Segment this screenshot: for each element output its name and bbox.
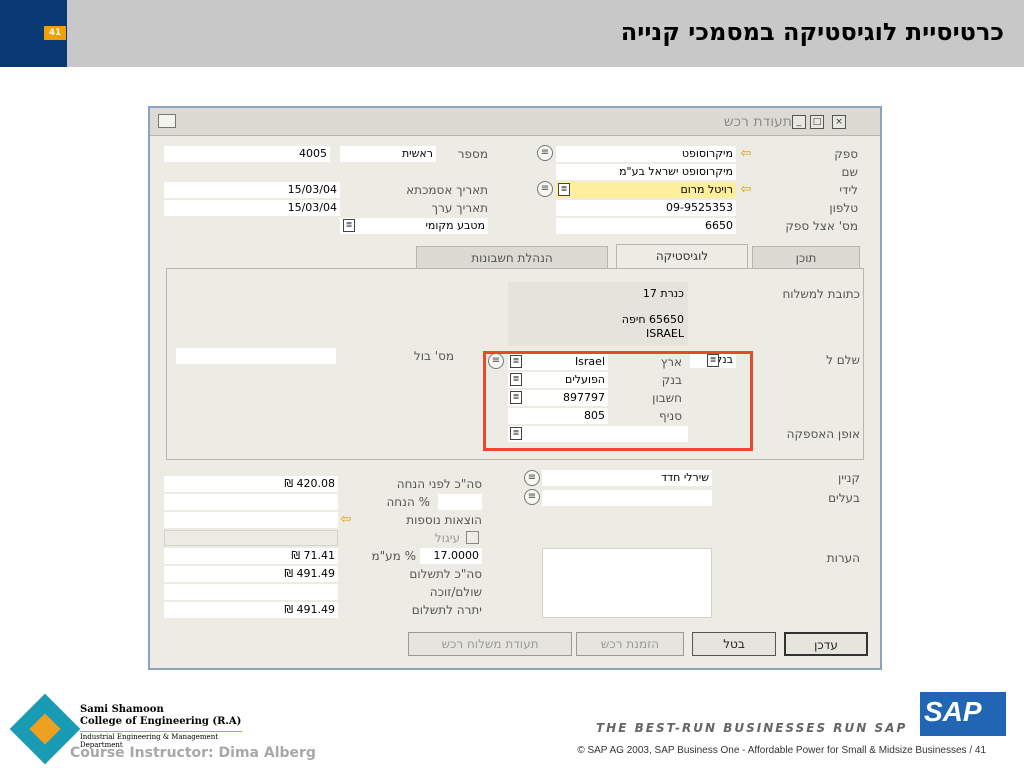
purchase-order-button[interactable]: הזמנת רכש	[576, 632, 684, 656]
sap-logo-text: SAP	[924, 696, 982, 727]
link-arrow-icon[interactable]: ⇦	[738, 183, 754, 196]
vat-amount-field[interactable]: ₪ 71.41	[164, 548, 338, 564]
doc-date-label: תאריך אסמכתא	[406, 183, 488, 197]
list-choose-icon[interactable]: ≡	[537, 145, 553, 161]
total-before-discount-label: סה"כ לפני הנחה	[396, 477, 482, 491]
freight-label: הוצאות נוספות	[406, 513, 482, 527]
sap-tagline: THE BEST-RUN BUSINESSES RUN SAP	[596, 721, 908, 735]
slide-number: 41	[44, 26, 66, 40]
phone-label: טלפון	[829, 201, 858, 215]
college-name-1: Sami Shamoon	[80, 704, 164, 715]
purchase-document-window: תעודת רכש _ □ × ספק מיקרוסופט ⇦ ≡ שם מיק…	[148, 106, 882, 670]
close-icon[interactable]: ×	[832, 115, 846, 129]
currency-field[interactable]: מטבע מקומי	[340, 218, 488, 234]
ship-to-address[interactable]: כנרת 17 65650 חיפה ISRAEL	[508, 282, 688, 346]
doc-date-field[interactable]: 15/03/04	[164, 182, 340, 198]
tab-contents[interactable]: תוכן	[752, 246, 860, 268]
total-field[interactable]: ₪ 491.49	[164, 566, 338, 582]
value-date-field[interactable]: 15/03/04	[164, 200, 340, 216]
remarks-label: הערות	[826, 551, 860, 565]
contact-field[interactable]: רויטל מרום	[556, 182, 736, 198]
list-choose-icon[interactable]: ≡	[524, 489, 540, 505]
window-title: תעודת רכש	[723, 114, 792, 130]
list-icon[interactable]: ≣	[343, 219, 355, 232]
total-before-discount-field[interactable]: ₪ 420.08	[164, 476, 338, 492]
rounding-checkbox[interactable]	[466, 531, 479, 544]
stamp-label: מס' בול	[413, 349, 454, 363]
address-line-3: ISRAEL	[645, 327, 684, 340]
shipping-method-label: אופן האספקה	[786, 427, 860, 441]
rounding-field	[164, 530, 338, 546]
highlight-callout	[483, 351, 753, 451]
buyer-field[interactable]: שירלי חדד	[542, 470, 712, 486]
copyright: © SAP AG 2003, SAP Business One - Afford…	[577, 745, 986, 756]
discount-label: % הנחה	[386, 495, 430, 509]
college-name-2: College of Engineering (R.A)	[80, 716, 242, 727]
cancel-button[interactable]: בטל	[692, 632, 776, 656]
paid-field[interactable]	[164, 584, 338, 600]
address-line-1: כנרת 17	[642, 287, 684, 300]
tab-accounting[interactable]: הנהלת חשבונות	[416, 246, 608, 268]
ship-to-label: כתובת למשלוח	[782, 287, 860, 301]
window-titlebar: תעודת רכש _ □ ×	[150, 108, 880, 136]
vat-label: % מע"מ	[371, 549, 416, 563]
rounding-label: עיגול	[434, 531, 460, 545]
vat-pct-field[interactable]: 17.0000	[420, 548, 482, 564]
contact-label: לידי	[839, 183, 858, 197]
list-choose-icon[interactable]: ≡	[524, 470, 540, 486]
total-label: סה"כ לתשלום	[409, 567, 482, 581]
name-field[interactable]: מיקרוסופט ישראל בע"מ	[556, 164, 736, 180]
freight-field[interactable]	[164, 512, 338, 528]
name-label: שם	[841, 165, 858, 179]
list-icon[interactable]: ≣	[558, 183, 570, 196]
phone-field[interactable]: 09-9525353	[556, 200, 736, 216]
value-date-label: תאריך ערך	[431, 201, 488, 215]
owner-field[interactable]	[542, 490, 712, 506]
balance-field[interactable]: ₪ 491.49	[164, 602, 338, 618]
remarks-field[interactable]	[542, 548, 712, 618]
stamp-field[interactable]	[176, 348, 336, 364]
series-field[interactable]: ראשית	[340, 146, 436, 162]
tab-logistics[interactable]: לוגיסטיקה	[616, 244, 748, 270]
discount-pct-field[interactable]	[438, 494, 482, 510]
number-label: מספר	[457, 147, 488, 161]
pay-to-label: שלם ל	[826, 353, 860, 367]
course-instructor: Course Instructor: Dima Alberg	[70, 745, 316, 761]
window-menu-icon[interactable]	[158, 114, 176, 128]
vendor-field[interactable]: מיקרוסופט	[556, 146, 736, 162]
link-arrow-icon[interactable]: ⇦	[738, 147, 754, 160]
paid-label: שולם/זוכה	[429, 585, 482, 599]
vendor-ref-field[interactable]: 6650	[556, 218, 736, 234]
owner-label: בעלים	[828, 491, 860, 505]
shipping-doc-button[interactable]: תעודת משלוח רכש	[408, 632, 572, 656]
list-choose-icon[interactable]: ≡	[537, 181, 553, 197]
vendor-ref-label: מס' אצל ספק	[785, 219, 858, 233]
discount-amount-field[interactable]	[164, 494, 338, 510]
doc-number-field[interactable]: 4005	[164, 146, 330, 162]
slide-title: כרטיסיית לוגיסטיקה במסמכי קנייה	[620, 18, 1004, 46]
vendor-label: ספק	[834, 147, 858, 161]
maximize-icon[interactable]: □	[810, 115, 824, 129]
buyer-label: קניין	[838, 471, 860, 485]
update-button[interactable]: עדכן	[784, 632, 868, 656]
minimize-icon[interactable]: _	[792, 115, 806, 129]
balance-label: יתרה לתשלום	[411, 603, 482, 617]
